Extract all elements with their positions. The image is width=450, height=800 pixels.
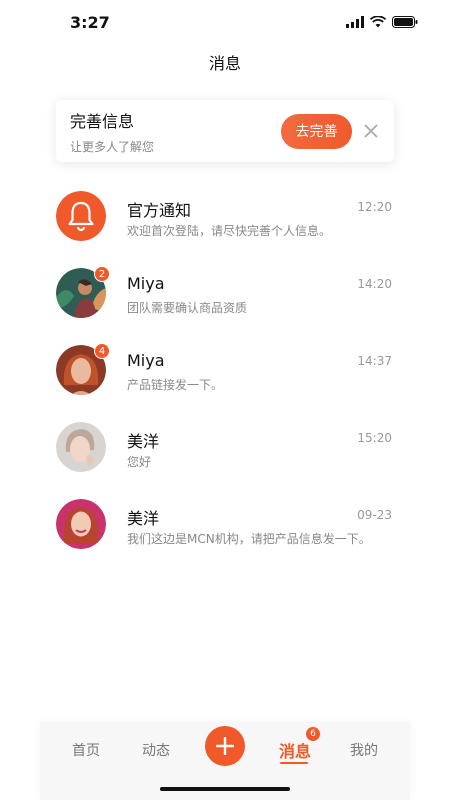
message-preview: 产品链接发一下。 xyxy=(127,378,224,392)
message-item-miya-1[interactable]: 2 Miya 14:20 团队需要确认商品资质 xyxy=(56,259,392,336)
message-sender: Miya xyxy=(127,274,165,293)
complete-profile-subtitle: 让更多人了解您 xyxy=(70,139,155,154)
battery-icon xyxy=(392,16,418,28)
message-preview: 团队需要确认商品资质 xyxy=(127,301,248,315)
add-button[interactable] xyxy=(205,726,245,766)
active-tab-indicator xyxy=(280,762,308,764)
message-item-meiyang-1[interactable]: 美洋 15:20 您好 xyxy=(56,413,392,490)
complete-profile-button[interactable]: 去完善 xyxy=(281,113,352,149)
page-title: 消息 xyxy=(208,54,241,73)
message-list: 官方通知 12:20 欢迎首次登陆，请尽快完善个人信息。 2 Miya 14:2… xyxy=(56,182,392,567)
message-time: 09-23 xyxy=(357,508,392,522)
message-sender: 美洋 xyxy=(127,432,160,451)
message-item-meiyang-2[interactable]: 美洋 09-23 我们这边是MCN机构，请把产品信息发一下。 xyxy=(56,490,392,567)
tab-home[interactable]: 首页 xyxy=(72,740,100,760)
complete-profile-text: 完善信息 让更多人了解您 xyxy=(70,108,281,155)
plus-icon xyxy=(216,737,234,755)
unread-badge: 4 xyxy=(94,343,110,359)
message-time: 14:37 xyxy=(357,354,392,368)
message-preview: 我们这边是MCN机构，请把产品信息发一下。 xyxy=(127,532,371,546)
message-sender: Miya xyxy=(127,351,165,370)
message-time: 12:20 xyxy=(357,200,392,214)
message-time: 14:20 xyxy=(357,277,392,291)
message-sender: 官方通知 xyxy=(127,201,192,220)
tab-me[interactable]: 我的 xyxy=(350,740,378,760)
bell-icon xyxy=(56,191,106,241)
message-preview: 您好 xyxy=(127,455,152,469)
message-time: 15:20 xyxy=(357,431,392,445)
status-bar: 3:27 xyxy=(0,0,450,44)
message-item-miya-2[interactable]: 4 Miya 14:37 产品链接发一下。 xyxy=(56,336,392,413)
status-time: 3:27 xyxy=(70,12,110,32)
tab-messages[interactable]: 消息 xyxy=(279,738,311,762)
wifi-icon xyxy=(370,16,386,28)
home-indicator xyxy=(160,787,290,791)
message-item-official[interactable]: 官方通知 12:20 欢迎首次登陆，请尽快完善个人信息。 xyxy=(56,182,392,259)
close-icon[interactable] xyxy=(362,122,380,140)
bottom-tab-bar: 首页 动态 消息 6 我的 xyxy=(40,722,410,800)
avatar: 4 xyxy=(56,343,110,395)
tab-messages-badge: 6 xyxy=(306,727,320,741)
message-preview: 欢迎首次登陆，请尽快完善个人信息。 xyxy=(127,224,332,238)
complete-profile-card: 完善信息 让更多人了解您 去完善 xyxy=(56,100,394,162)
signal-icon xyxy=(346,16,364,28)
tab-feed[interactable]: 动态 xyxy=(142,740,170,760)
avatar: 2 xyxy=(56,266,110,318)
unread-badge: 2 xyxy=(94,266,110,282)
avatar xyxy=(56,422,106,472)
complete-profile-title: 完善信息 xyxy=(70,111,135,131)
avatar xyxy=(56,499,106,549)
message-sender: 美洋 xyxy=(127,509,160,528)
status-icons xyxy=(346,16,418,28)
